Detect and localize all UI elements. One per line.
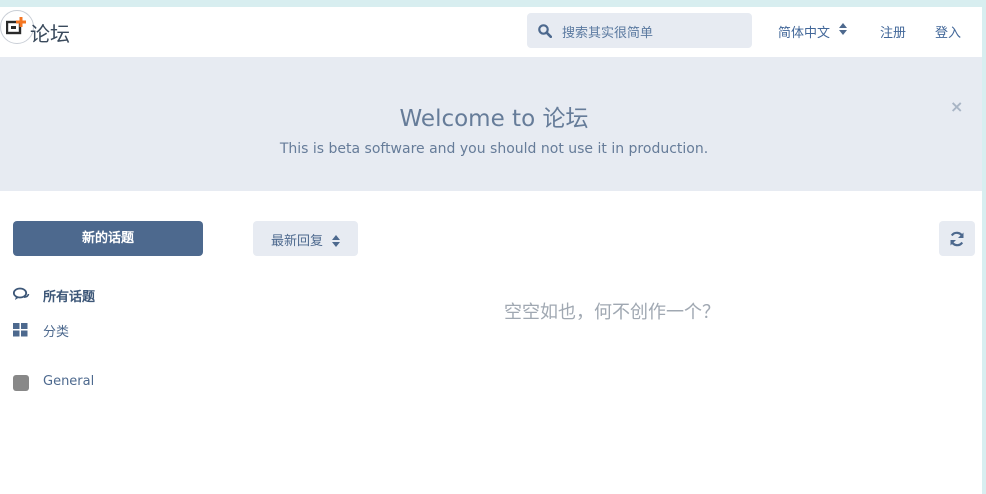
sidebar-item-label: 所有话题 bbox=[43, 290, 96, 305]
language-label: 简体中文 bbox=[778, 26, 831, 41]
logo[interactable] bbox=[0, 10, 34, 44]
search-icon bbox=[538, 23, 553, 42]
sort-caret-icon bbox=[332, 232, 340, 251]
search-placeholder: 搜索其实很简单 bbox=[562, 26, 654, 41]
category-label: General bbox=[43, 374, 95, 389]
category-color-swatch bbox=[13, 375, 29, 395]
sort-caret-icon bbox=[839, 23, 847, 39]
search-box[interactable]: 搜索其实很简单 bbox=[527, 13, 752, 48]
site-title[interactable]: 论坛 bbox=[30, 18, 70, 47]
sidebar-item-label: 分类 bbox=[43, 325, 70, 340]
close-icon[interactable]: × bbox=[950, 97, 963, 116]
language-selector[interactable]: 简体中文 bbox=[778, 22, 847, 41]
new-topic-button[interactable]: 新的话题 bbox=[13, 221, 203, 256]
header: 论坛 搜索其实很简单 简体中文 注册 登入 bbox=[0, 7, 982, 57]
banner-title: Welcome to 论坛 bbox=[399, 106, 589, 132]
logo-icon bbox=[6, 17, 26, 35]
refresh-icon bbox=[950, 231, 964, 247]
grid-icon bbox=[13, 322, 28, 341]
right-border bbox=[982, 0, 986, 494]
login-link[interactable]: 登入 bbox=[935, 22, 961, 41]
empty-state-text: 空空如也，何不创作一个？ bbox=[504, 302, 720, 323]
top-border bbox=[0, 0, 986, 7]
welcome-banner: Welcome to 论坛 This is beta software and … bbox=[0, 57, 982, 191]
register-link[interactable]: 注册 bbox=[880, 22, 906, 41]
sort-label: 最新回复 bbox=[271, 234, 324, 249]
comments-icon bbox=[12, 287, 30, 306]
refresh-button[interactable] bbox=[939, 221, 975, 256]
sort-dropdown[interactable]: 最新回复 bbox=[253, 221, 358, 256]
banner-subtitle: This is beta software and you should not… bbox=[279, 141, 709, 157]
